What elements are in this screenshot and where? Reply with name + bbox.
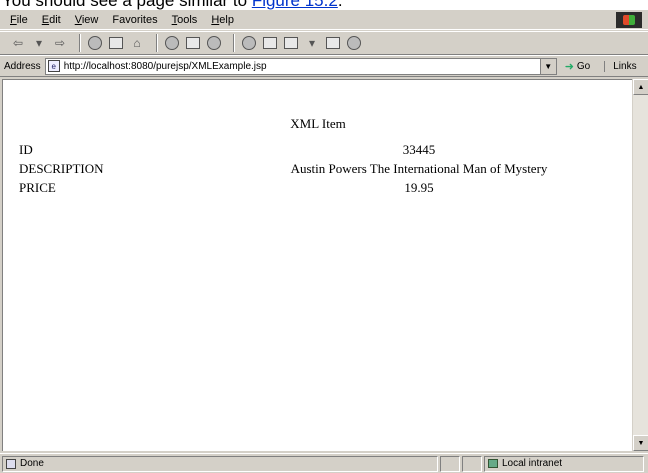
table-row: PRICE 19.95: [19, 178, 619, 197]
status-pane: [440, 455, 460, 472]
intranet-icon: [488, 459, 498, 468]
back-icon[interactable]: ⇦: [10, 35, 26, 51]
messenger-icon[interactable]: [346, 35, 362, 51]
browser-window: File Edit View Favorites Tools Help ⇦ ▾ …: [0, 10, 648, 473]
search-icon[interactable]: [164, 35, 180, 51]
stop-icon[interactable]: [87, 35, 103, 51]
toolbar-separator: [79, 34, 81, 52]
refresh-icon[interactable]: [108, 35, 124, 51]
status-bar: Done Local intranet: [0, 453, 648, 473]
caption: You should see a page similar to Figure …: [0, 0, 648, 10]
links-button[interactable]: Links: [604, 60, 637, 72]
figure-link[interactable]: Figure 15.2: [252, 0, 338, 10]
address-input[interactable]: e http://localhost:8080/purejsp/XMLExamp…: [44, 57, 557, 75]
zone-text: Local intranet: [502, 458, 563, 469]
row-label: ID: [19, 141, 33, 157]
table-row: DESCRIPTION Austin Powers The Internatio…: [19, 159, 619, 178]
dropdown-arrow-icon[interactable]: ▾: [304, 35, 320, 51]
menu-bar: File Edit View Favorites Tools Help: [0, 10, 648, 30]
menu-tools[interactable]: Tools: [172, 14, 198, 26]
scroll-up-icon[interactable]: ▲: [633, 79, 648, 95]
print-icon[interactable]: [262, 35, 278, 51]
edit-icon[interactable]: [283, 35, 299, 51]
status-pane: [462, 455, 482, 472]
mail-icon[interactable]: [241, 35, 257, 51]
row-label: DESCRIPTION: [19, 160, 104, 176]
scroll-down-icon[interactable]: ▼: [633, 435, 648, 451]
page-icon: e: [47, 60, 60, 72]
discuss-icon[interactable]: [325, 35, 341, 51]
home-icon[interactable]: ⌂: [129, 35, 145, 51]
history-icon[interactable]: [206, 35, 222, 51]
toolbar-separator: [233, 34, 235, 52]
menu-view[interactable]: View: [75, 14, 99, 26]
go-arrow-icon: ➜: [564, 60, 574, 73]
menu-edit[interactable]: Edit: [42, 14, 61, 26]
status-main: Done: [2, 455, 438, 472]
vertical-scrollbar[interactable]: ▲ ▼: [632, 79, 648, 451]
windows-logo-icon: [616, 12, 642, 28]
row-value: Austin Powers The International Man of M…: [290, 160, 548, 176]
caption-suffix: .: [337, 0, 343, 10]
address-bar: Address e http://localhost:8080/purejsp/…: [0, 55, 648, 77]
page-done-icon: [6, 458, 16, 469]
row-value: 33445: [402, 141, 436, 157]
row-value: 19.95: [404, 179, 434, 195]
address-dropdown-icon[interactable]: ▼: [539, 58, 556, 74]
forward-icon[interactable]: ⇨: [52, 35, 68, 51]
page-heading: XML Item: [290, 116, 346, 131]
row-label: PRICE: [19, 179, 56, 195]
menu-help[interactable]: Help: [211, 14, 234, 26]
xml-item-table: ID 33445 DESCRIPTION Austin Powers The I…: [19, 140, 619, 197]
table-row: ID 33445: [19, 140, 619, 159]
status-text: Done: [20, 458, 44, 469]
favorites-icon[interactable]: [185, 35, 201, 51]
address-label: Address: [4, 60, 41, 72]
dropdown-arrow-icon[interactable]: ▾: [31, 35, 47, 51]
menu-favorites[interactable]: Favorites: [112, 14, 157, 26]
toolbar: ⇦ ▾ ⇨ ⌂ ▾: [0, 31, 648, 55]
address-url: http://localhost:8080/purejsp/XMLExample…: [63, 60, 267, 72]
page-content: XML Item ID 33445 DESCRIPTION Austin Pow…: [2, 79, 632, 451]
status-zone: Local intranet: [484, 455, 644, 472]
caption-prefix: You should see a page similar to: [2, 0, 252, 10]
toolbar-separator: [156, 34, 158, 52]
menu-file[interactable]: File: [10, 14, 28, 26]
go-button[interactable]: ➜ Go: [565, 60, 591, 73]
